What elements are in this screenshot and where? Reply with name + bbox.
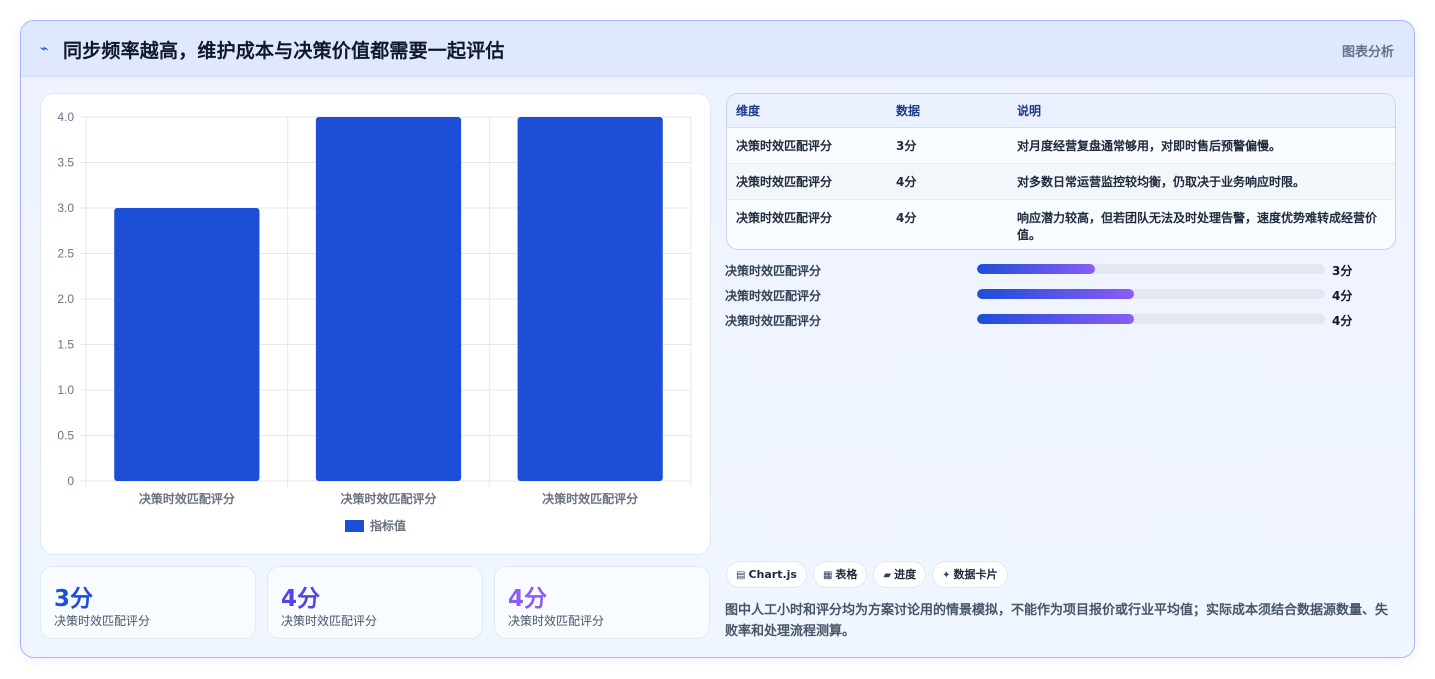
progress-icon: ▰: [883, 570, 892, 581]
chip-label: Chart.js: [748, 568, 797, 581]
progress-value: 4分: [1332, 289, 1353, 303]
y-tick-label: 3.5: [57, 156, 74, 170]
progress-label: 决策时效匹配评分: [725, 264, 822, 278]
progress-track: [977, 289, 1325, 299]
column-header-dimension: 维度: [727, 94, 887, 128]
table-cell: 决策时效匹配评分: [727, 163, 887, 200]
tech-chips: ▤ Chart.js ▦ 表格 ▰ 进度 ✦ 数据卡片: [726, 561, 1014, 589]
progress-track: [977, 264, 1325, 274]
chip-label: 数据卡片: [953, 568, 998, 581]
section-tag: 图表分析: [1341, 45, 1394, 60]
y-tick-label: 0.5: [57, 429, 74, 443]
chip-label: 进度: [894, 568, 917, 581]
column-header-data: 数据: [887, 94, 1008, 128]
bar: [114, 208, 260, 481]
report-card: ⌁ 同步频率越高，维护成本与决策价值都需要一起评估 图表分析 0 0.5 1.0 1.…: [20, 20, 1415, 658]
y-tick-label: 3.0: [57, 201, 74, 215]
stat-card: 4分 决策时效匹配评分: [494, 566, 710, 639]
table-cell: 4分: [887, 163, 1008, 200]
chip-progress[interactable]: ▰ 进度: [873, 561, 927, 588]
progress-label: 决策时效匹配评分: [725, 289, 822, 303]
page-title: 同步频率越高，维护成本与决策价值都需要一起评估: [63, 40, 505, 62]
bar-chart: 0 0.5 1.0 1.5 2.0 2.5 3.0 3.5 4.0 决策时效匹配评分 决策时效匹配评…: [57, 110, 692, 533]
progress-label: 决策时效匹配评分: [725, 314, 822, 328]
table-cell: 4分: [896, 210, 917, 225]
x-tick-label: 决策时效匹配评分: [542, 491, 638, 506]
footnote: 图中人工小时和评分均为方案讨论用的情景模拟，不能作为项目报价或行业平均值；实际成…: [725, 603, 1389, 639]
card-header: ⌁ 同步频率越高，维护成本与决策价值都需要一起评估 图表分析: [21, 21, 1414, 77]
y-tick-label: 2.0: [57, 292, 74, 306]
bar-chart-panel: 0 0.5 1.0 1.5 2.0 2.5 3.0 3.5 4.0 决策时效匹配评分 决策时效匹配评…: [40, 93, 711, 555]
progress-value: 3分: [1332, 264, 1353, 278]
chip-chartjs[interactable]: ▤ Chart.js: [726, 561, 807, 588]
table-cell: 决策时效匹配评分: [727, 127, 887, 164]
table-cell: 决策时效匹配评分: [736, 210, 833, 225]
stat-value: 4分: [281, 586, 321, 612]
y-tick-label: 1.0: [57, 383, 74, 397]
x-tick-label: 决策时效匹配评分: [139, 491, 235, 506]
progress-row: 决策时效匹配评分 4分: [725, 286, 1375, 311]
y-tick-label: 0: [67, 474, 74, 488]
y-tick-label: 2.5: [57, 247, 74, 261]
progress-value: 4分: [1332, 314, 1353, 328]
data-table: 维度 数据 说明 决策时效匹配评分 3分 对月度经营复盘通常够用，对即时售后预警…: [726, 93, 1396, 250]
stat-value: 3分: [54, 586, 94, 612]
progress-row: 决策时效匹配评分 3分: [725, 261, 1375, 286]
stat-label: 决策时效匹配评分: [508, 614, 605, 628]
stat-card: 4分 决策时效匹配评分: [267, 566, 483, 639]
chip-label: 表格: [835, 568, 858, 581]
progress-fill: [977, 289, 1134, 299]
table-icon: ▦: [822, 570, 833, 581]
progress-list: 决策时效匹配评分 3分 决策时效匹配评分 4分 决策时效匹配评分 4分: [725, 261, 1375, 336]
chart-icon: ▤: [736, 570, 746, 581]
sparkle-icon: ✦: [942, 570, 951, 581]
table-header-row: 维度 数据 说明: [727, 94, 1395, 128]
y-tick-label: 4.0: [57, 110, 74, 124]
bar: [517, 117, 663, 481]
stat-card: 3分 决策时效匹配评分: [40, 566, 256, 639]
progress-fill: [977, 264, 1096, 274]
legend-label: 指标值: [370, 518, 406, 533]
chip-table[interactable]: ▦ 表格: [812, 561, 868, 588]
table-cell: 对月度经营复盘通常够用，对即时售后预警偏慢。: [1008, 127, 1395, 164]
progress-row: 决策时效匹配评分 4分: [725, 311, 1375, 336]
column-header-description: 说明: [1008, 94, 1395, 128]
stat-value: 4分: [508, 586, 548, 612]
stat-label: 决策时效匹配评分: [54, 614, 151, 628]
table-cell: 对多数日常运营监控较均衡，仍取决于业务响应时限。: [1008, 163, 1395, 200]
x-tick-label: 决策时效匹配评分: [340, 491, 436, 506]
table-cell: 响应潜力较高，但若团队无法及时处理告警，速度优势难转成经营价值。: [1017, 210, 1378, 242]
table-row: 决策时效匹配评分 3分 对月度经营复盘通常够用，对即时售后预警偏慢。: [727, 127, 1395, 164]
legend-swatch: [345, 520, 364, 532]
bar: [315, 117, 462, 481]
y-tick-label: 1.5: [57, 338, 74, 352]
progress-track: [977, 314, 1325, 324]
table-cell: 3分: [887, 127, 1008, 164]
table-row: 决策时效匹配评分 4分 对多数日常运营监控较均衡，仍取决于业务响应时限。: [727, 163, 1395, 200]
chart-line-icon: ⌁: [40, 41, 49, 57]
table-row: 决策时效匹配评分 4分 响应潜力较高，但若团队无法及时处理告警，速度优势难转成经…: [727, 199, 1395, 249]
progress-fill: [977, 314, 1134, 324]
chip-data-cards[interactable]: ✦ 数据卡片: [932, 561, 1008, 588]
stat-label: 决策时效匹配评分: [281, 614, 378, 628]
